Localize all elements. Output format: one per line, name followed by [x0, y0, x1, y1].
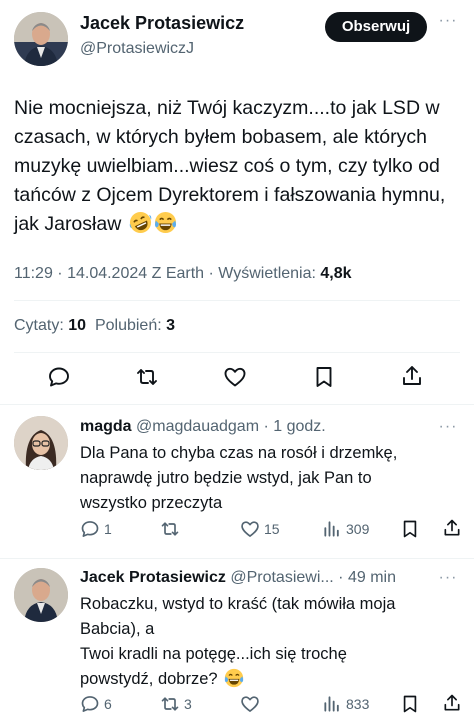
author-name[interactable]: Jacek Protasiewicz: [80, 13, 244, 34]
share-icon[interactable]: [442, 518, 462, 538]
reply-text-line: Dla Pana to chyba czas na rosół i drzemk…: [80, 444, 398, 462]
like-count: 15: [264, 521, 280, 537]
tweet-stats: Cytaty: 10 Polubień: 3: [14, 317, 175, 335]
follow-button[interactable]: Obserwuj: [325, 12, 427, 42]
like-icon[interactable]: [240, 519, 260, 539]
more-options-icon[interactable]: ···: [438, 570, 458, 591]
reply-count: 1: [104, 521, 112, 537]
reply-icon[interactable]: [47, 365, 71, 389]
reply-time[interactable]: · 1 godz.: [263, 418, 325, 435]
rolling-on-floor-laughing-emoji: [129, 211, 152, 234]
tweet-meta: 11:29 · 14.04.2024 Z Earth · Wyświetleni…: [14, 265, 352, 283]
tweet-text: Nie mocniejsza, niż Twój kaczyzm....to j…: [14, 94, 466, 239]
reply-avatar[interactable]: [14, 568, 68, 622]
divider: [0, 404, 474, 405]
author-avatar[interactable]: [14, 12, 68, 66]
quotes-count: 10: [68, 317, 87, 334]
reply-icon[interactable]: [80, 694, 100, 714]
reply-text-line: Robaczku, wstyd to kraść (tak mówiła moj…: [80, 595, 396, 613]
share-icon[interactable]: [400, 364, 424, 388]
views-count: 833: [346, 696, 370, 712]
reply-text-line: wszystko przeczyta: [80, 494, 223, 512]
retweet-icon[interactable]: [135, 365, 159, 389]
views-icon[interactable]: [322, 694, 342, 714]
share-icon[interactable]: [442, 693, 462, 713]
like-icon[interactable]: [223, 365, 247, 389]
divider: [14, 300, 460, 301]
likes-count: 3: [166, 317, 176, 334]
likes-stat[interactable]: Polubień: 3: [95, 317, 175, 334]
divider: [0, 558, 474, 559]
more-options-icon[interactable]: ···: [438, 13, 458, 34]
retweet-count: 3: [184, 696, 192, 712]
reply-author-name[interactable]: Jacek Protasiewicz: [80, 569, 226, 586]
tweet-timestamp[interactable]: 11:29 · 14.04.2024 Z Earth · Wyświetleni…: [14, 265, 320, 282]
quotes-stat[interactable]: Cytaty: 10: [14, 317, 86, 334]
reply-text-line: naprawdę jutro będzie wstyd, jak Pan to: [80, 469, 372, 487]
reply-icon[interactable]: [80, 519, 100, 539]
reply-time[interactable]: · 49 min: [338, 569, 396, 586]
bookmark-icon[interactable]: [312, 365, 336, 389]
likes-label: Polubień:: [94, 317, 162, 334]
divider: [14, 352, 460, 353]
bookmark-icon[interactable]: [400, 694, 420, 714]
reply-author-name[interactable]: magda: [80, 418, 132, 435]
more-options-icon[interactable]: ···: [438, 419, 458, 440]
views-icon[interactable]: [322, 519, 342, 539]
like-icon[interactable]: [240, 694, 260, 714]
reply-text: Dla Pana to chyba czas na rosół i drzemk…: [80, 441, 460, 516]
reply-header: Jacek Protasiewicz @Protasiewi... · 49 m…: [80, 569, 396, 587]
face-with-tears-of-joy-emoji: [224, 668, 244, 688]
face-with-tears-of-joy-emoji: [154, 211, 177, 234]
retweet-icon[interactable]: [160, 694, 180, 714]
tweet-body: Nie mocniejsza, niż Twój kaczyzm....to j…: [14, 97, 446, 235]
reply-count: 6: [104, 696, 112, 712]
quotes-label: Cytaty:: [14, 317, 64, 334]
bookmark-icon[interactable]: [400, 519, 420, 539]
reply-text-line: Twoi kradli na potęgę...ich się trochę: [80, 645, 347, 663]
reply-text: Robaczku, wstyd to kraść (tak mówiła moj…: [80, 592, 460, 692]
reply-author-handle[interactable]: @Protasiewi...: [230, 569, 333, 586]
author-handle[interactable]: @ProtasiewiczJ: [80, 40, 194, 58]
views-count: 309: [346, 521, 370, 537]
reply-text-line: Babcia), a: [80, 620, 155, 638]
reply-author-handle[interactable]: @magdauadgam: [136, 418, 259, 435]
retweet-icon[interactable]: [160, 519, 180, 539]
reply-text-line: powstydź, dobrze?: [80, 670, 218, 688]
reply-header: magda @magdauadgam · 1 godz.: [80, 418, 326, 436]
views-count: 4,8k: [320, 265, 352, 282]
reply-avatar[interactable]: [14, 416, 68, 470]
